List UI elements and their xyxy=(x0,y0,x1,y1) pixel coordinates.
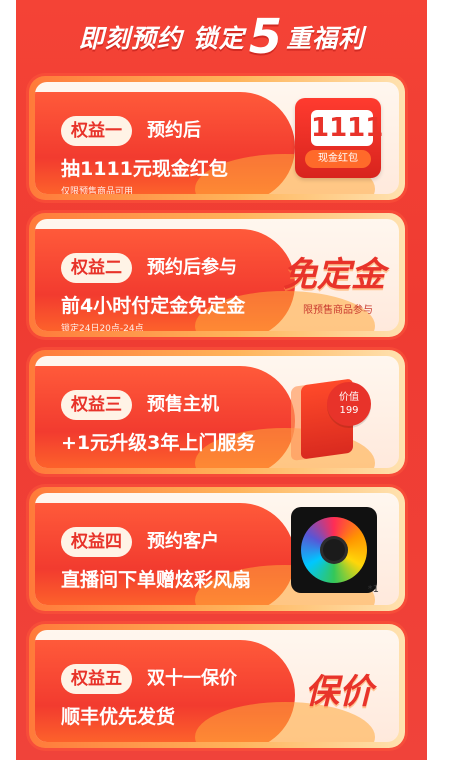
benefit-card-5-inner: 权益五 双十一保价 顺丰优先发货 保价 xyxy=(35,630,399,742)
benefit-description: 顺丰优先发货 xyxy=(61,706,176,728)
benefit-badge: 权益一 xyxy=(61,116,132,146)
benefit-card-2-inner: 权益二 预约后参与 前4小时付定金免定金 锁定24日20点-24点 免定金 限预… xyxy=(35,219,399,331)
benefit-subtitle: 预售主机 xyxy=(147,394,219,415)
benefit-badge: 权益二 xyxy=(61,253,132,283)
value-badge-price: 199 xyxy=(339,405,359,416)
benefit-card-1[interactable]: 权益一 预约后 抽1111元现金红包 仅限预售商品可用 1111 现金红包 xyxy=(29,76,405,200)
service-door-icon: 价值 199 xyxy=(291,372,381,462)
benefit-subtitle: 预约客户 xyxy=(147,531,219,552)
rgb-fan-icon: *1 xyxy=(291,507,379,595)
benefit-note: 锁定24日20点-24点 xyxy=(61,324,144,331)
benefit-subtitle: 双十一保价 xyxy=(147,668,237,689)
benefit-card-4[interactable]: 权益四 预约客户 直播间下单赠炫彩风扇 *1 xyxy=(29,487,405,611)
header-title-number: 5 xyxy=(248,9,283,65)
red-envelope-amount: 1111 xyxy=(311,110,383,146)
benefits-panel: 即刻预约 锁定 5 重福利 权益一 预约后 抽1111元现金红包 仅限预售商品可… xyxy=(16,0,427,760)
benefit-subtitle: 预约后参与 xyxy=(147,257,237,278)
fan-quantity: *1 xyxy=(367,584,379,595)
header-title-mid: 锁定 xyxy=(192,24,245,53)
header-title-left: 即刻预约 xyxy=(78,24,183,53)
benefit-badge: 权益五 xyxy=(61,664,132,694)
benefit-card-3[interactable]: 权益三 预售主机 +1元升级3年上门服务 价值 199 xyxy=(29,350,405,474)
no-deposit-label: 免定金 xyxy=(283,255,385,295)
benefits-header: 即刻预约 锁定 5 重福利 xyxy=(16,6,427,68)
fan-hub xyxy=(320,536,348,564)
benefit-note: 仅限预售商品可用 xyxy=(61,187,134,194)
benefit-subtitle: 预约后 xyxy=(147,120,201,141)
red-envelope-label: 现金红包 xyxy=(305,150,371,168)
price-protection-label: 保价 xyxy=(305,672,373,712)
benefit-description: 前4小时付定金免定金 xyxy=(61,295,246,317)
benefit-card-2[interactable]: 权益二 预约后参与 前4小时付定金免定金 锁定24日20点-24点 免定金 限预… xyxy=(29,213,405,337)
benefit-description: 直播间下单赠炫彩风扇 xyxy=(61,569,252,591)
benefit-description: +1元升级3年上门服务 xyxy=(61,432,256,454)
benefit-badge: 权益四 xyxy=(61,527,132,557)
benefit-badge: 权益三 xyxy=(61,390,132,420)
header-title-right: 重福利 xyxy=(286,24,365,53)
benefit-card-1-inner: 权益一 预约后 抽1111元现金红包 仅限预售商品可用 1111 现金红包 xyxy=(35,82,399,194)
value-badge-label: 价值 xyxy=(339,392,359,403)
value-badge: 价值 199 xyxy=(327,382,371,426)
benefit-card-3-inner: 权益三 预售主机 +1元升级3年上门服务 价值 199 xyxy=(35,356,399,468)
benefit-description: 抽1111元现金红包 xyxy=(61,158,228,180)
no-deposit-note: 限预售商品参与 xyxy=(303,305,373,316)
benefit-card-5[interactable]: 权益五 双十一保价 顺丰优先发货 保价 xyxy=(29,624,405,748)
red-envelope-icon: 1111 现金红包 xyxy=(295,98,383,178)
benefit-card-4-inner: 权益四 预约客户 直播间下单赠炫彩风扇 *1 xyxy=(35,493,399,605)
